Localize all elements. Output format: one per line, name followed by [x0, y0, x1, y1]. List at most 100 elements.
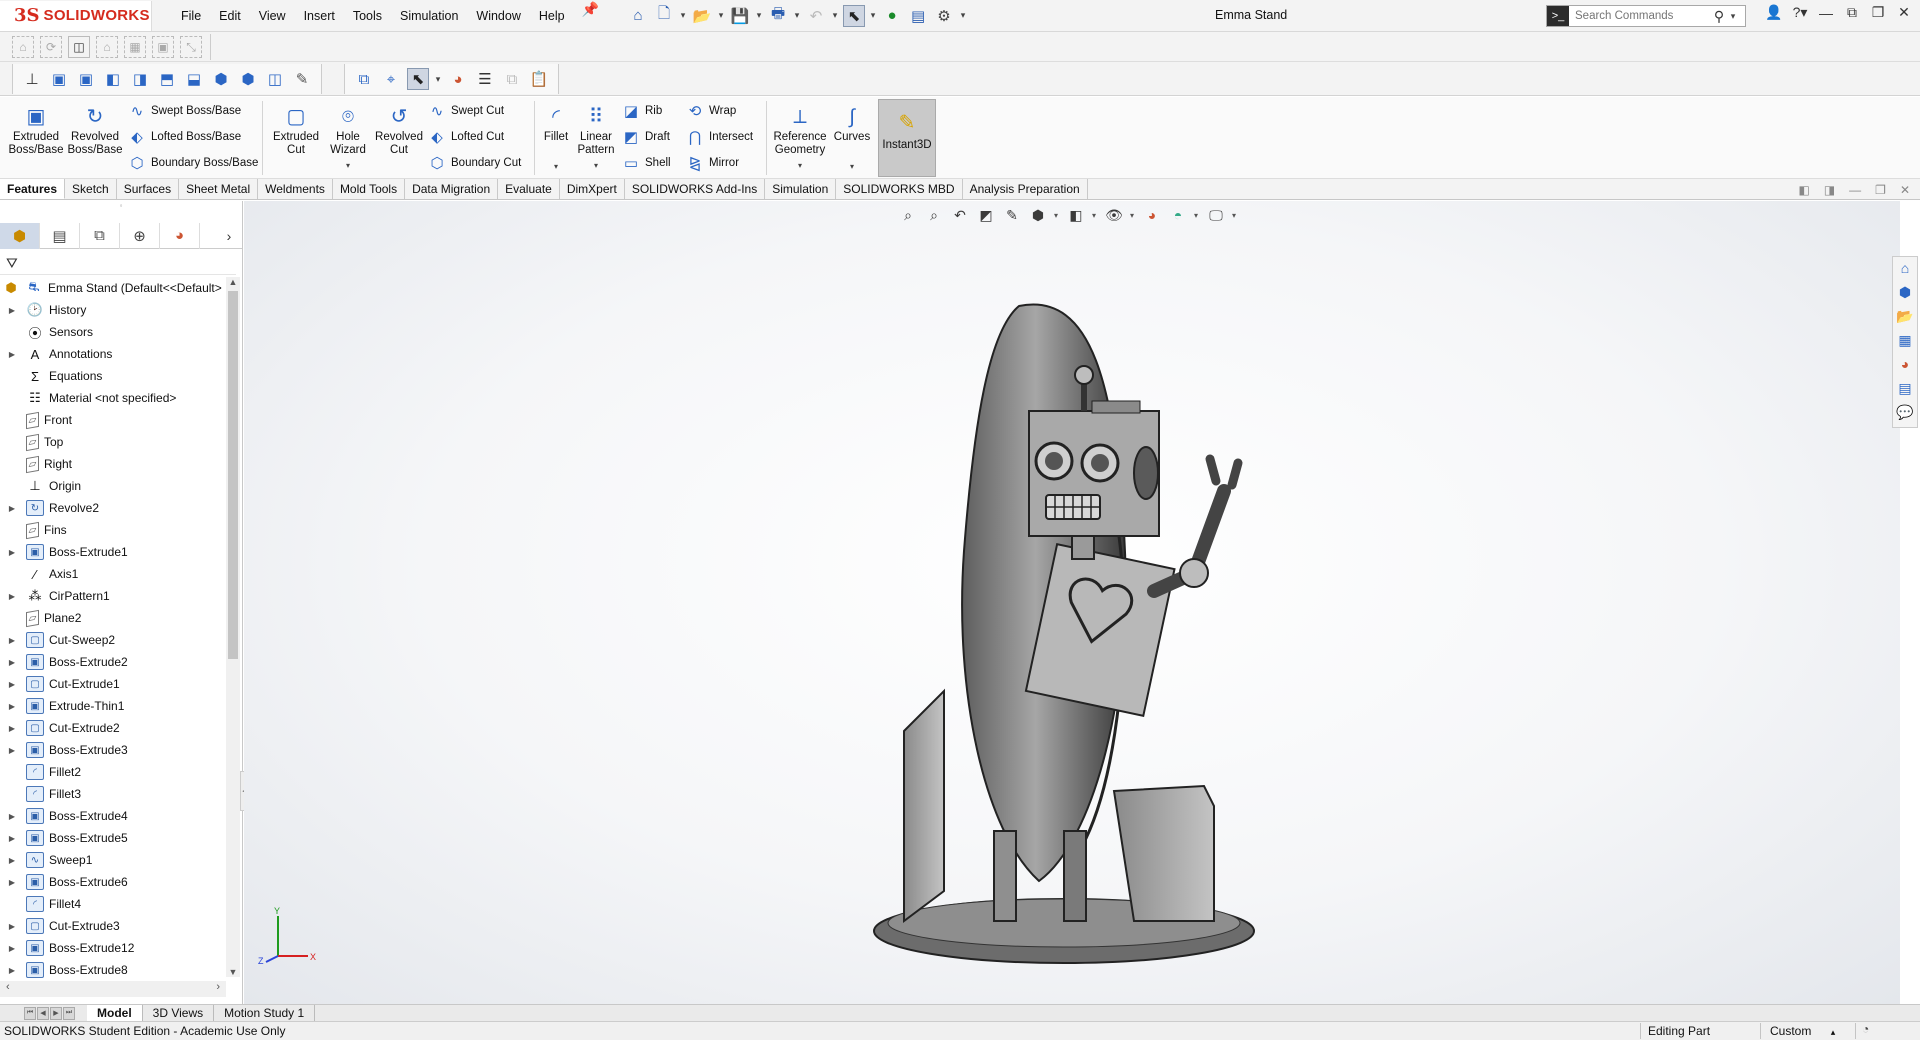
tree-item-cirpattern1[interactable]: ▶ ⁂ CirPattern1: [0, 585, 226, 607]
next-tab-icon[interactable]: ▶: [50, 1006, 62, 1020]
tree-item-boss-extrude8[interactable]: ▶ ▣ Boss-Extrude8: [0, 959, 226, 981]
swept-boss-button[interactable]: ∿ Swept Boss/Base: [128, 101, 258, 120]
expand-arrow-icon[interactable]: ▶: [6, 922, 18, 931]
tree-item-cut-extrude3[interactable]: ▶ ▢ Cut-Extrude3: [0, 915, 226, 937]
tree-item-sweep1[interactable]: ▶ ∿ Sweep1: [0, 849, 226, 871]
bottom-view-icon[interactable]: ⬓: [183, 68, 205, 90]
linear-pattern-dropdown-icon[interactable]: ▾: [594, 159, 598, 172]
tree-item-cut-extrude1[interactable]: ▶ ▢ Cut-Extrude1: [0, 673, 226, 695]
sketch-tool-4-icon[interactable]: ⌂: [96, 36, 118, 58]
dimetric-view-icon[interactable]: ◫: [264, 68, 286, 90]
options-dropdown-icon[interactable]: ▾: [959, 10, 967, 21]
zoom-to-area-icon[interactable]: ⌕: [924, 205, 944, 225]
design-library-icon[interactable]: ⬢: [1899, 284, 1911, 303]
doc-minimize-icon[interactable]: —: [1849, 183, 1861, 197]
tab-dimxpert[interactable]: DimXpert: [560, 179, 625, 199]
tree-item-cut-extrude2[interactable]: ▶ ▢ Cut-Extrude2: [0, 717, 226, 739]
boundary-boss-button[interactable]: ⬡ Boundary Boss/Base: [128, 153, 258, 172]
restore-icon[interactable]: ⧉: [1842, 4, 1862, 21]
rib-button[interactable]: ◪ Rib: [622, 101, 671, 120]
extruded-boss-button[interactable]: ▣ Extruded Boss/Base: [8, 105, 64, 157]
lofted-boss-button[interactable]: ⬖ Lofted Boss/Base: [128, 127, 258, 146]
menu-help[interactable]: Help: [530, 1, 574, 31]
left-view-icon[interactable]: ◧: [102, 68, 124, 90]
right-view-icon[interactable]: ◨: [129, 68, 151, 90]
undo-dropdown-icon[interactable]: ▾: [831, 10, 839, 21]
tab-data-migration[interactable]: Data Migration: [405, 179, 499, 199]
section-view-icon[interactable]: ◩: [976, 205, 996, 225]
menu-window[interactable]: Window: [467, 1, 529, 31]
extruded-cut-button[interactable]: ▢ Extruded Cut: [268, 105, 324, 157]
prev-tab-icon[interactable]: ◀: [37, 1006, 49, 1020]
solidworks-resources-home-icon[interactable]: ⌂: [1901, 260, 1909, 279]
tab-solidworks-mbd[interactable]: SOLIDWORKS MBD: [836, 179, 963, 199]
help-icon[interactable]: ?▾: [1790, 4, 1810, 21]
open-dropdown-icon[interactable]: ▾: [717, 10, 725, 21]
expand-arrow-icon[interactable]: ▶: [6, 944, 18, 953]
trimetric-view-icon[interactable]: ⬢: [237, 68, 259, 90]
sketch-tool-6-icon[interactable]: ▣: [152, 36, 174, 58]
expand-arrow-icon[interactable]: ▶: [6, 834, 18, 843]
select-arrow-dropdown-icon[interactable]: ▾: [434, 74, 442, 85]
expand-arrow-icon[interactable]: ▶: [6, 548, 18, 557]
boundary-cut-button[interactable]: ⬡ Boundary Cut: [428, 153, 521, 172]
file-properties-icon[interactable]: ▤: [907, 5, 929, 27]
revolved-boss-button[interactable]: ↻ Revolved Boss/Base: [66, 105, 124, 157]
swept-cut-button[interactable]: ∿ Swept Cut: [428, 101, 521, 120]
sketch-tool-1-icon[interactable]: ⌂: [12, 36, 34, 58]
expand-arrow-icon[interactable]: ▶: [6, 702, 18, 711]
expand-arrow-icon[interactable]: ▶: [6, 856, 18, 865]
first-tab-icon[interactable]: ⏮: [24, 1006, 36, 1020]
appearance-icon[interactable]: ◕: [447, 68, 469, 90]
previous-view-icon[interactable]: ↶: [950, 205, 970, 225]
save-dropdown-icon[interactable]: ▾: [755, 10, 763, 21]
tree-item-boss-extrude4[interactable]: ▶ ▣ Boss-Extrude4: [0, 805, 226, 827]
dimxpert-manager-tab-icon[interactable]: ⊕: [120, 222, 160, 249]
lofted-cut-button[interactable]: ⬖ Lofted Cut: [428, 127, 521, 146]
solidworks-logo[interactable]: 3S SOLIDWORKS: [0, 0, 152, 31]
tab-model[interactable]: Model: [87, 1005, 143, 1021]
tree-item-plane2[interactable]: ▱ Plane2: [0, 607, 226, 629]
tree-item-fillet2[interactable]: ◜ Fillet2: [0, 761, 226, 783]
expand-arrow-icon[interactable]: ▶: [6, 592, 18, 601]
tree-item-material-not-specified[interactable]: ☷ Material <not specified>: [0, 387, 226, 409]
menu-view[interactable]: View: [250, 1, 295, 31]
menu-edit[interactable]: Edit: [210, 1, 250, 31]
feature-manager-tab-icon[interactable]: ⬢: [0, 222, 40, 249]
tree-item-boss-extrude6[interactable]: ▶ ▣ Boss-Extrude6: [0, 871, 226, 893]
display-manager-tab-icon[interactable]: ◕: [160, 222, 200, 249]
rocket-robot-model[interactable]: [864, 271, 1284, 971]
back-view-icon[interactable]: ▣: [75, 68, 97, 90]
view-orientation-icon[interactable]: ⬢: [1028, 205, 1048, 225]
tab-simulation[interactable]: Simulation: [765, 179, 837, 199]
select-tool-2-icon[interactable]: ⌖: [380, 68, 402, 90]
tree-item-boss-extrude2[interactable]: ▶ ▣ Boss-Extrude2: [0, 651, 226, 673]
front-view-icon[interactable]: ▣: [48, 68, 70, 90]
zoom-to-fit-icon[interactable]: ⌕: [898, 205, 918, 225]
custom-properties-icon[interactable]: ▤: [1898, 380, 1911, 399]
hide-show-items-icon[interactable]: 👁: [1104, 205, 1124, 225]
search-dropdown-icon[interactable]: ▾: [1729, 11, 1737, 22]
draft-button[interactable]: ◩ Draft: [622, 127, 671, 146]
expand-arrow-icon[interactable]: ▶: [6, 680, 18, 689]
tree-item-annotations[interactable]: ▶ A Annotations: [0, 343, 226, 365]
tree-item-revolve2[interactable]: ▶ ↻ Revolve2: [0, 497, 226, 519]
search-input[interactable]: [1569, 10, 1709, 22]
new-dropdown-icon[interactable]: ▾: [679, 10, 687, 21]
tree-root[interactable]: ⬢ ⛐ Emma Stand (Default<<Default>: [0, 277, 226, 299]
tree-horizontal-scrollbar[interactable]: ‹ ›: [0, 981, 226, 997]
select-arrow-icon[interactable]: ⬉: [407, 68, 429, 90]
sketch-tool-7-icon[interactable]: ⤡: [180, 36, 202, 58]
user-account-icon[interactable]: 👤: [1764, 4, 1784, 21]
print-icon[interactable]: 🖶: [767, 5, 789, 27]
select-cursor-icon[interactable]: ⬉: [843, 4, 866, 27]
filter-icon[interactable]: ⛛: [0, 253, 236, 275]
hole-wizard-dropdown-icon[interactable]: ▾: [346, 159, 350, 172]
wrap-button[interactable]: ⟲ Wrap: [686, 101, 753, 120]
last-tab-icon[interactable]: ⏭: [63, 1006, 75, 1020]
view-pencil-icon[interactable]: ✎: [291, 68, 313, 90]
view-settings-monitor-icon[interactable]: 🖵: [1206, 205, 1226, 225]
tab-weldments[interactable]: Weldments: [258, 179, 333, 199]
reference-geometry-button[interactable]: ⟂ Reference Geometry ▾: [770, 105, 830, 172]
fillet-dropdown-icon[interactable]: ▾: [554, 160, 558, 173]
